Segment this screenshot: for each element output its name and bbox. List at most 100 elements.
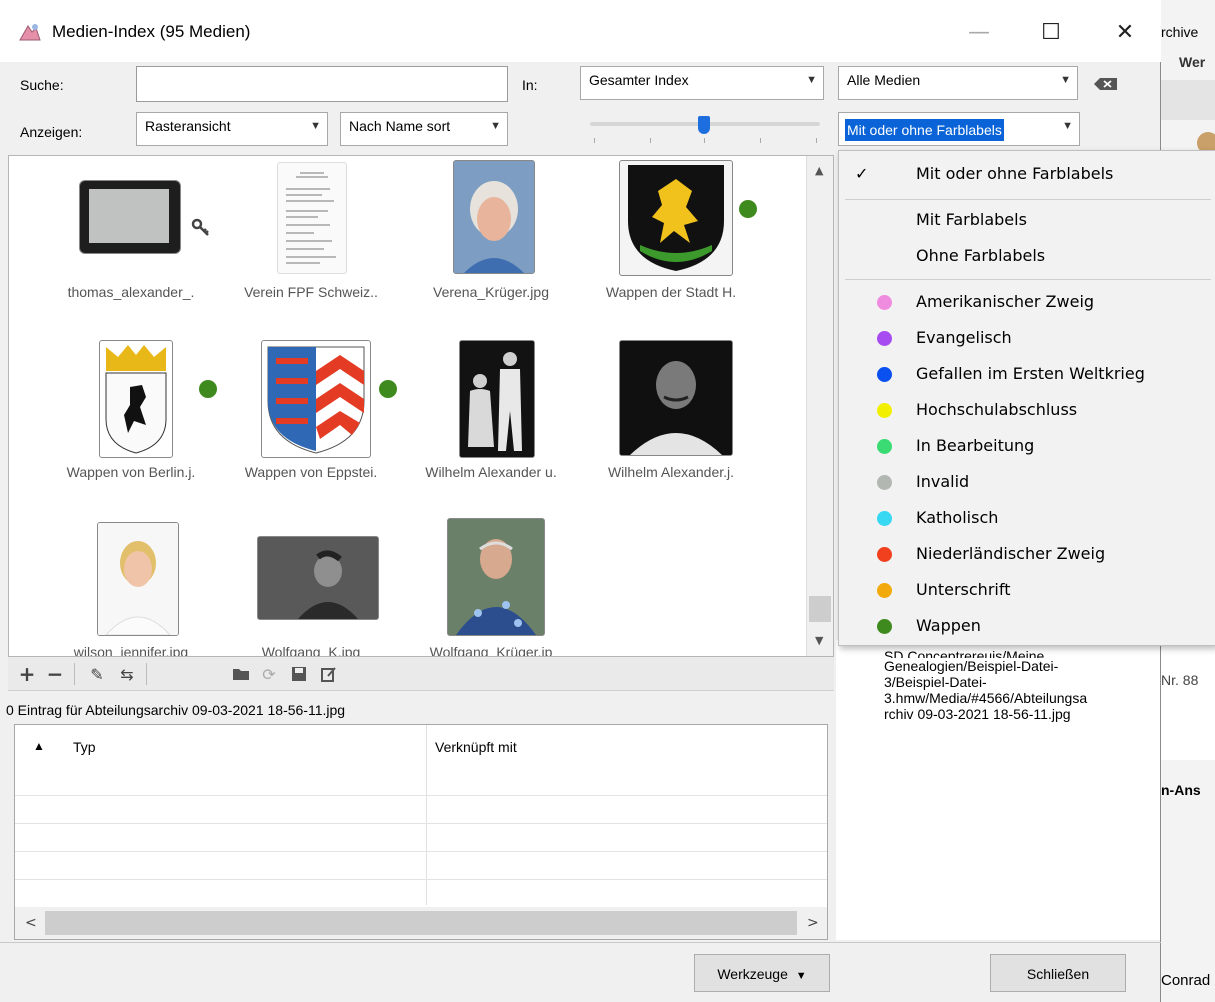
column-header-type[interactable]: Typ — [73, 739, 96, 755]
menu-item-without-labels[interactable]: Ohne Farblabels — [839, 238, 1215, 274]
close-button[interactable]: Schließen — [990, 954, 1126, 992]
minimize-button[interactable]: — — [956, 12, 1002, 52]
table-row — [15, 879, 827, 880]
table-row — [15, 851, 827, 852]
column-divider — [426, 725, 427, 905]
menu-item-color-label[interactable]: Gefallen im Ersten Weltkrieg — [839, 356, 1215, 392]
column-header-linked[interactable]: Verknüpft mit — [435, 739, 517, 755]
menu-item-all[interactable]: ✓ Mit oder ohne Farblabels — [839, 156, 1215, 192]
merge-icon[interactable]: ⇆ — [116, 663, 138, 685]
menu-item-color-label[interactable]: Evangelisch — [839, 320, 1215, 356]
thumbnail-crest — [261, 340, 371, 458]
media-tile[interactable]: Wolfgang_Krüger.jp — [401, 516, 581, 657]
slider-tick — [816, 138, 817, 143]
media-caption: Wappen von Eppstei. — [244, 464, 378, 480]
media-tile[interactable]: Wilhelm Alexander.j. — [581, 336, 761, 496]
file-path-line: 3.hmw/Media/#4566/Abteilungsa — [884, 690, 1088, 706]
media-tile[interactable]: Wappen der Stadt H. — [581, 156, 761, 316]
sort-select-value: Nach Name sort — [349, 118, 451, 134]
bg-panel — [1161, 640, 1215, 760]
color-swatch — [877, 331, 892, 346]
edit-icon[interactable]: ✎ — [86, 663, 108, 685]
color-swatch — [877, 439, 892, 454]
color-label-select[interactable]: Mit oder ohne Farblabels ▼ — [838, 112, 1080, 146]
in-label: In: — [522, 77, 538, 93]
thumbnail-crest — [99, 340, 173, 458]
menu-item-color-label[interactable]: Niederländischer Zweig — [839, 536, 1215, 572]
scroll-down-icon[interactable]: ▼ — [815, 634, 823, 647]
scroll-left-icon[interactable]: < — [25, 915, 37, 931]
thumbnail-document — [277, 162, 347, 274]
menu-item-color-label[interactable]: Hochschulabschluss — [839, 392, 1215, 428]
menu-item-color-label[interactable]: Wappen — [839, 608, 1215, 644]
bg-band — [1161, 80, 1215, 120]
thumbnail-portrait — [447, 518, 545, 636]
media-tile[interactable]: Wilhelm Alexander u. — [401, 336, 581, 496]
table-scrollbar[interactable]: < > — [15, 907, 827, 939]
color-swatch — [877, 403, 892, 418]
color-swatch — [877, 619, 892, 634]
slider-thumb[interactable] — [698, 116, 710, 134]
media-tile[interactable]: Verena_Krüger.jpg — [401, 156, 581, 316]
media-tile[interactable]: Verein FPF Schweiz.. — [221, 156, 401, 316]
search-input[interactable] — [136, 66, 508, 102]
scrollbar-thumb[interactable] — [809, 596, 831, 622]
slider-tick — [760, 138, 761, 143]
scrollbar-thumb[interactable] — [45, 911, 797, 935]
tools-button-label: Werkzeuge — [717, 966, 788, 982]
scroll-right-icon[interactable]: > — [807, 915, 819, 931]
media-tile[interactable]: Wappen von Eppstei. — [221, 336, 401, 496]
media-tile[interactable]: Wolfgang_K.jpg — [221, 516, 401, 656]
menu-item-label: Niederländischer Zweig — [916, 544, 1106, 563]
close-window-button[interactable]: ✕ — [1102, 12, 1148, 52]
thumbnail-size-slider[interactable] — [590, 110, 820, 150]
menu-separator — [845, 279, 1211, 280]
media-caption: Verein FPF Schweiz.. — [244, 284, 378, 300]
add-icon[interactable]: + — [16, 662, 38, 686]
media-caption: Wilhelm Alexander u. — [425, 464, 557, 480]
sort-select[interactable]: Nach Name sort ▼ — [340, 112, 508, 146]
menu-item-color-label[interactable]: Amerikanischer Zweig — [839, 284, 1215, 320]
edit-note-icon[interactable] — [318, 663, 340, 685]
display-label: Anzeigen: — [20, 124, 83, 140]
bg-text-nr: Nr. 88 — [1161, 672, 1199, 688]
media-filter-select[interactable]: Alle Medien ▼ — [838, 66, 1078, 100]
save-icon[interactable] — [288, 663, 310, 685]
scroll-up-icon[interactable]: ▲ — [815, 164, 823, 177]
sort-ascending-icon[interactable]: ▲ — [33, 739, 45, 753]
chevron-down-icon: ▼ — [1060, 74, 1071, 86]
footer-divider — [0, 942, 1161, 943]
media-caption: Verena_Krüger.jpg — [433, 284, 549, 300]
scope-select-value: Gesamter Index — [589, 72, 689, 88]
media-tile[interactable]: wilson_jennifer.jpg — [41, 516, 221, 656]
file-info-panel: SD Conceptrereuis/Meine Genealogien/Beis… — [836, 640, 1160, 940]
media-caption: Wappen der Stadt H. — [605, 284, 737, 300]
tools-button[interactable]: Werkzeuge ▼ — [694, 954, 830, 992]
clear-search-icon[interactable] — [1092, 76, 1120, 92]
media-caption: Wolfgang_Krüger.jp — [429, 644, 553, 657]
maximize-button[interactable]: ☐ — [1028, 12, 1074, 52]
menu-item-color-label[interactable]: Unterschrift — [839, 572, 1215, 608]
remove-icon[interactable]: − — [44, 662, 66, 686]
menu-item-color-label[interactable]: In Bearbeitung — [839, 428, 1215, 464]
media-tile[interactable]: thomas_alexander_. — [41, 156, 221, 316]
menu-item-color-label[interactable]: Katholisch — [839, 500, 1215, 536]
scope-select[interactable]: Gesamter Index ▼ — [580, 66, 824, 100]
media-tile[interactable]: Wappen von Berlin.j. — [41, 336, 221, 496]
table-row — [15, 823, 827, 824]
menu-item-label: Mit Farblabels — [916, 210, 1027, 229]
color-label-select-value: Mit oder ohne Farblabels — [845, 119, 1004, 141]
thumbnail-tablet — [79, 180, 181, 254]
thumbnail-crest — [619, 160, 733, 276]
view-select[interactable]: Rasteransicht ▼ — [136, 112, 328, 146]
grid-scrollbar[interactable]: ▲ ▼ — [806, 156, 833, 656]
refresh-icon[interactable]: ⟳ — [258, 663, 280, 685]
color-swatch — [877, 295, 892, 310]
links-table: ▲ Typ Verknüpft mit < > — [14, 724, 828, 940]
folder-icon[interactable] — [230, 663, 252, 685]
menu-item-with-labels[interactable]: Mit Farblabels — [839, 202, 1215, 238]
menu-item-color-label[interactable]: Invalid — [839, 464, 1215, 500]
color-label-menu: ✓ Mit oder ohne Farblabels Mit Farblabel… — [838, 150, 1215, 646]
file-path-line: SD Conceptrereuis/Meine — [884, 648, 1045, 658]
file-path-line: rchiv 09-03-2021 18-56-11.jpg — [884, 706, 1071, 722]
